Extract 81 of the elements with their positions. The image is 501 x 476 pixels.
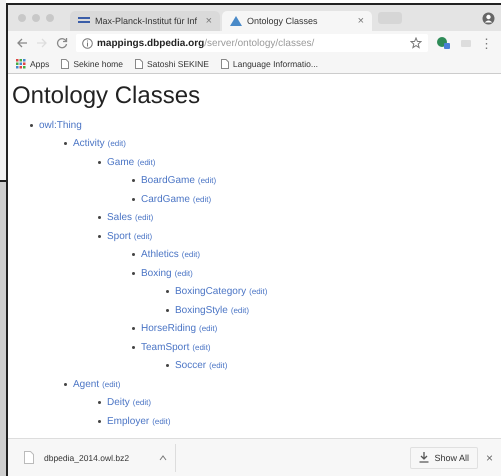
download-icon <box>419 452 430 463</box>
class-link[interactable]: Sales <box>107 212 132 224</box>
bullet-icon <box>64 382 67 386</box>
file-icon <box>24 451 34 464</box>
class-link[interactable]: BoardGame <box>141 175 195 186</box>
download-item[interactable]: dbpedia_2014.owl.bz2 <box>16 444 176 472</box>
caret-icon[interactable] <box>159 454 167 460</box>
class-link[interactable]: Boxing <box>141 268 172 279</box>
edit-link[interactable]: (edit) <box>209 361 228 370</box>
class-link[interactable]: BoxingCategory <box>175 286 246 298</box>
bullet-icon <box>166 290 169 294</box>
bullet-icon <box>166 364 169 368</box>
page-icon <box>135 59 143 69</box>
show-all-button[interactable]: Show All <box>410 446 478 468</box>
class-link[interactable]: BoxingStyle <box>175 304 228 316</box>
browser-tab[interactable]: Ontology Classes × <box>222 11 372 31</box>
url-host: mappings.dbpedia.org <box>97 38 204 48</box>
edit-link[interactable]: (edit) <box>135 213 154 222</box>
class-link[interactable]: HorseRiding <box>141 323 196 334</box>
close-icon[interactable]: × <box>358 15 364 27</box>
bullet-icon <box>132 198 135 201</box>
bullet-icon <box>132 253 135 256</box>
edit-link[interactable]: (edit) <box>108 139 126 148</box>
bookmark-item[interactable]: Sekine home <box>61 59 123 69</box>
pyramid-icon <box>230 16 242 26</box>
close-icon[interactable]: × <box>486 450 493 464</box>
profile-icon[interactable] <box>482 12 495 24</box>
bullet-icon <box>132 346 135 349</box>
reload-icon[interactable] <box>56 37 68 49</box>
menu-icon[interactable]: ⋮ <box>480 36 493 50</box>
bullet-icon <box>98 420 101 423</box>
bullet-icon <box>30 124 33 127</box>
edit-link[interactable]: (edit) <box>192 342 211 352</box>
edit-link[interactable]: (edit) <box>182 250 200 260</box>
class-link[interactable]: Activity <box>73 138 105 150</box>
address-field[interactable]: mappings.dbpedia.org/server/ontology/classes/ <box>76 34 428 52</box>
bullet-icon <box>98 234 101 238</box>
bullet-icon <box>166 308 169 312</box>
extension-icon[interactable] <box>436 36 452 50</box>
class-link[interactable]: Employer <box>107 416 150 427</box>
page-heading: Ontology Classes <box>12 82 202 110</box>
edit-link[interactable]: (edit) <box>152 416 170 426</box>
bullet-icon <box>98 216 101 220</box>
edit-link[interactable]: (edit) <box>199 324 218 334</box>
class-link[interactable]: CardGame <box>141 194 190 205</box>
bookmark-item[interactable]: Apps <box>16 59 50 69</box>
stripes-icon <box>78 16 90 26</box>
edit-link[interactable]: (edit) <box>132 398 152 408</box>
browser-tab[interactable]: Max-Planck-Institut für Inf × <box>70 11 220 31</box>
page-icon <box>220 59 229 69</box>
edit-link[interactable]: (edit) <box>249 287 268 296</box>
class-link[interactable]: Athletics <box>141 249 179 260</box>
star-icon[interactable] <box>410 37 422 49</box>
class-link[interactable]: Deity <box>107 397 130 408</box>
bullet-icon <box>64 142 67 146</box>
class-link[interactable]: TeamSport <box>141 342 190 353</box>
edit-link[interactable]: (edit) <box>102 380 120 389</box>
page-icon <box>61 59 70 69</box>
close-icon[interactable]: × <box>206 15 212 27</box>
bullet-icon <box>98 160 101 164</box>
apps-grid-icon <box>16 59 26 69</box>
class-link[interactable]: owl:Thing <box>39 120 82 131</box>
back-icon[interactable] <box>16 37 28 49</box>
class-link[interactable]: Game <box>107 156 134 168</box>
bookmark-item[interactable]: Language Informatio... <box>220 59 318 69</box>
bullet-icon <box>132 327 135 330</box>
edit-link[interactable]: (edit) <box>174 268 193 278</box>
bookmark-item[interactable]: Satoshi SEKINE <box>135 59 209 69</box>
url-path: /server/ontology/classes/ <box>204 38 314 48</box>
class-link[interactable]: Agent <box>73 378 100 390</box>
edit-link[interactable]: (edit) <box>134 232 152 241</box>
bullet-icon <box>132 179 135 182</box>
edit-link[interactable]: (edit) <box>137 158 156 167</box>
edit-link[interactable]: (edit) <box>192 194 212 204</box>
edit-link[interactable]: (edit) <box>230 306 250 315</box>
class-link[interactable]: Sport <box>107 230 131 242</box>
edit-link[interactable]: (edit) <box>198 176 216 186</box>
bullet-icon <box>98 401 101 404</box>
bullet-icon <box>132 272 135 275</box>
info-icon <box>82 38 93 48</box>
class-link[interactable]: Soccer <box>175 360 206 372</box>
